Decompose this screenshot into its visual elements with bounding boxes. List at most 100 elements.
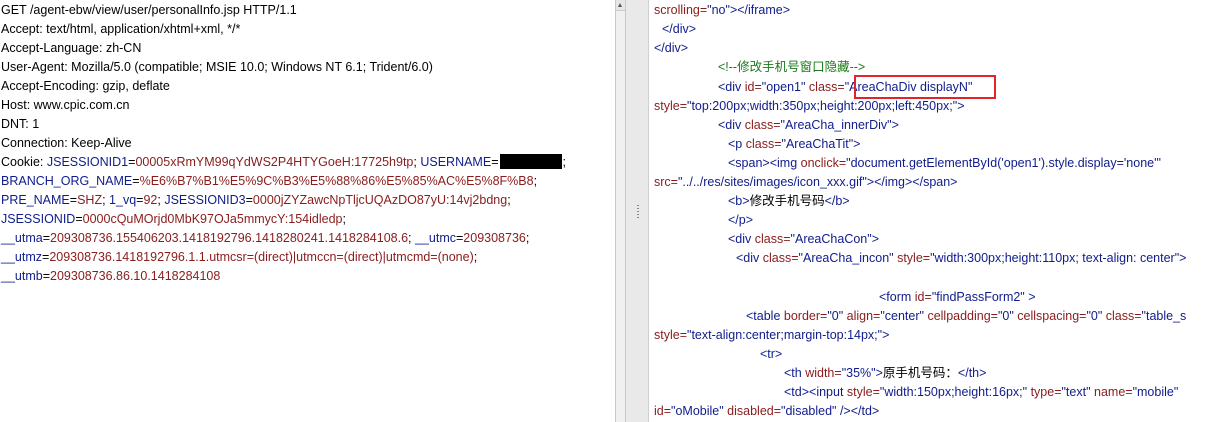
tag: <tr>: [760, 347, 783, 361]
tag: </p>: [728, 213, 754, 227]
attr-value: "35%": [841, 366, 876, 380]
tag: </div>: [654, 41, 689, 55]
cookie-value: 92: [143, 193, 158, 207]
attr-value: "0": [827, 309, 844, 323]
header-dnt: DNT: 1: [1, 117, 40, 131]
attr-value: "AreaChaCon": [790, 232, 872, 246]
cookie-value: 0000jZYZawcNpTljcUQAzDO87yU:14vj2bdng: [252, 193, 508, 207]
source-line: <b>修改手机号码</b>: [728, 192, 850, 210]
tag: <p: [728, 137, 746, 151]
source-comment: <!--修改手机号窗口隐藏-->: [718, 58, 865, 76]
source-line: <td><input style="width:150px;height:16p…: [784, 383, 1178, 401]
request-line: GET /agent-ebw/view/user/personalInfo.js…: [1, 3, 297, 17]
attr-value: "0": [998, 309, 1014, 323]
cookie-value: 209308736.155406203.1418192796.141828024…: [50, 231, 409, 245]
attr-name: id=: [914, 290, 932, 304]
attr-name: disabled=: [723, 404, 782, 418]
cookie-value: %E6%B7%B1%E5%9C%B3%E5%88%86%E5%85%AC%E5%…: [139, 174, 534, 188]
attr-name: scrolling=: [654, 3, 708, 17]
attr-name: cellpadding=: [923, 309, 998, 323]
cookie-line-7: __utmb=209308736.86.10.1418284108: [1, 269, 221, 283]
attr-name: style=: [846, 385, 880, 399]
attr-value: "AreaChaTit": [781, 137, 854, 151]
attr-value: "width:300px;height:110px; text-align: c…: [930, 251, 1180, 265]
header-host: Host: www.cpic.com.cn: [1, 98, 130, 112]
tag: </th>: [957, 366, 987, 380]
attr-name: class=: [762, 251, 799, 265]
tag: <table: [746, 309, 784, 323]
pane-splitter[interactable]: [626, 0, 649, 422]
cookie-line-2: BRANCH_ORG_NAME=%E6%B7%B1%E5%9C%B3%E5%88…: [1, 174, 538, 188]
cookie-name: JSESSIONID: [1, 212, 76, 226]
attr-name: align=: [843, 309, 881, 323]
attr-value: "width:150px;height:16px;": [879, 385, 1028, 399]
attr-name: style=: [654, 99, 688, 113]
request-scrollbar[interactable]: [615, 0, 626, 422]
attr-name: class=: [805, 80, 845, 94]
tag: <th: [784, 366, 806, 380]
cookie-name: JSESSIONID1: [46, 155, 129, 169]
cookie-name: USERNAME: [420, 155, 492, 169]
source-line: <tr>: [760, 345, 782, 363]
cookie-label: Cookie:: [1, 155, 47, 169]
source-line: <p class="AreaChaTit">: [728, 135, 860, 153]
tag: <div: [736, 251, 763, 265]
attr-value: "center": [880, 309, 924, 323]
attr-value: "findPassForm2": [931, 290, 1025, 304]
tag: <div: [718, 118, 745, 132]
source-line: src="../../res/sites/images/icon_xxx.gif…: [654, 173, 957, 191]
header-accept-language: Accept-Language: zh-CN: [1, 41, 142, 55]
cookie-name: PRE_NAME: [1, 193, 70, 207]
cookie-name: JSESSIONID3: [164, 193, 246, 207]
attr-value: "text": [1061, 385, 1091, 399]
header-user-agent: User-Agent: Mozilla/5.0 (compatible; MSI…: [1, 60, 433, 74]
attr-value: "mobile": [1132, 385, 1179, 399]
attr-value: "disabled": [781, 404, 837, 418]
cookie-name: __utmb: [1, 269, 43, 283]
tag: </div>: [662, 22, 697, 36]
attr-name: width=: [805, 366, 842, 380]
tag: >: [882, 328, 890, 342]
attr-name: cellspacing=: [1013, 309, 1087, 323]
source-line: id="oMobile" disabled="disabled" /></td>: [654, 402, 879, 420]
attr-name: style=: [654, 328, 688, 342]
cookie-line-1: Cookie: JSESSIONID1=00005xRmYM99qYdWS2P4…: [1, 154, 566, 169]
cookie-line-4: JSESSIONID=0000cQuMOrjd0MbK97OJa5mmycY:1…: [1, 212, 346, 226]
source-line: <span><img onclick="document.getElementB…: [728, 154, 1161, 172]
attr-value: "AreaCha_innerDiv": [780, 118, 892, 132]
tag: >: [957, 99, 965, 113]
source-line: <div class="AreaChaCon">: [728, 230, 879, 248]
attr-name: class=: [745, 137, 782, 151]
attr-name: name=: [1090, 385, 1133, 399]
header-accept-encoding: Accept-Encoding: gzip, deflate: [1, 79, 170, 93]
request-pane[interactable]: GET /agent-ebw/view/user/personalInfo.js…: [0, 0, 615, 422]
tag: <form: [879, 290, 915, 304]
tag: <span><img: [728, 156, 801, 170]
cookie-value: 209308736.86.10.1418284108: [50, 269, 221, 283]
attr-value: "open1": [761, 80, 806, 94]
tag: >: [891, 118, 899, 132]
attr-value: "AreaCha_incon": [798, 251, 894, 265]
tag: >: [853, 137, 861, 151]
redaction-block: [499, 154, 562, 169]
tag: >: [1179, 251, 1187, 265]
cookie-name: __utma: [1, 231, 43, 245]
tag: >: [875, 366, 883, 380]
source-line: </p>: [728, 211, 753, 229]
text-content: 原手机号码：: [882, 366, 958, 380]
tag: /></td>: [836, 404, 880, 418]
source-line: <form id="findPassForm2" >: [879, 288, 1036, 306]
scroll-up-arrow-icon[interactable]: [616, 0, 625, 11]
source-line: </div>: [654, 39, 688, 57]
attr-value: "document.getElementById('open1').style.…: [846, 156, 1161, 170]
cookie-value: 0000cQuMOrjd0MbK97OJa5mmycY:154idledp: [82, 212, 343, 226]
source-line: <th width="35%">原手机号码：</th>: [784, 364, 986, 382]
splitter-grip-icon[interactable]: [637, 205, 639, 219]
cookie-name: 1_vq: [109, 193, 137, 207]
tag: <div: [728, 232, 755, 246]
attr-name: border=: [783, 309, 828, 323]
highlight-annotation-box: [854, 75, 996, 99]
tag: >: [871, 232, 879, 246]
tag: >: [1024, 290, 1036, 304]
source-line: style="top:200px;width:350px;height:200p…: [654, 97, 965, 115]
